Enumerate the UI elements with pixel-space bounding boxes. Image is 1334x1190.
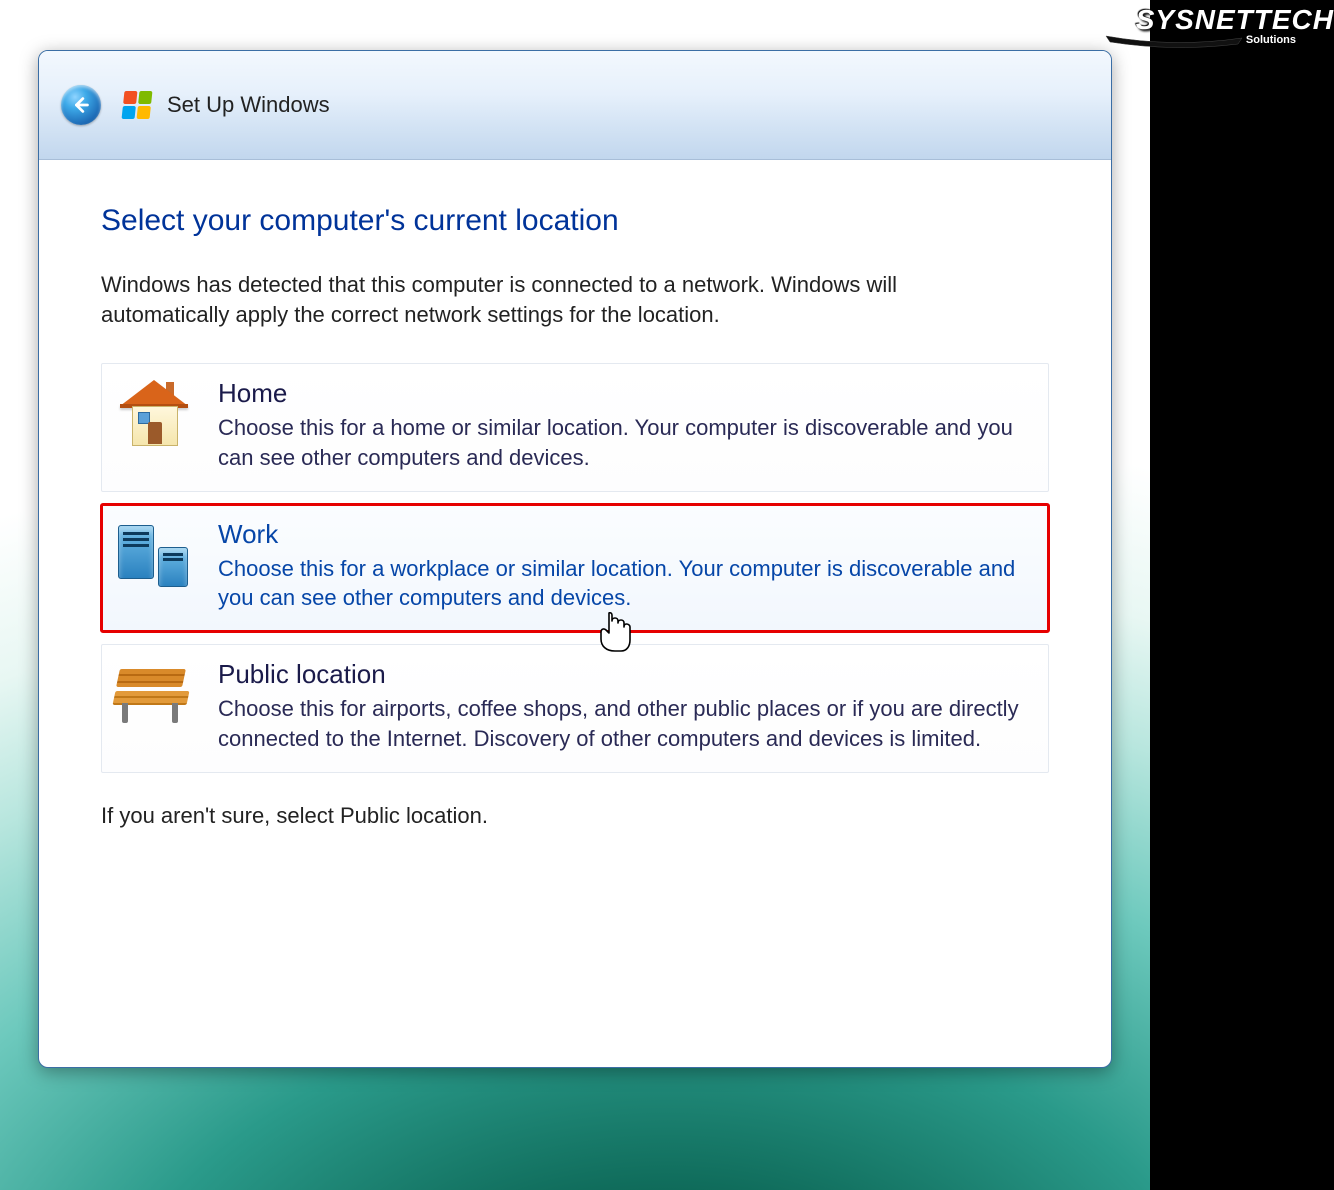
public-icon [114,659,194,735]
arrow-left-icon [70,94,92,116]
option-home[interactable]: Home Choose this for a home or similar l… [101,363,1049,491]
footer-note: If you aren't sure, select Public locati… [101,803,1049,829]
option-public-title: Public location [218,659,1032,690]
letterbox-right [1150,0,1334,1190]
work-icon [114,519,194,595]
option-work[interactable]: Work Choose this for a workplace or simi… [101,504,1049,632]
option-public[interactable]: Public location Choose this for airports… [101,644,1049,772]
windows-logo-icon [122,91,153,119]
content-area: Select your computer's current location … [39,160,1111,829]
option-public-desc: Choose this for airports, coffee shops, … [218,694,1032,753]
titlebar: Set Up Windows [39,51,1111,160]
window-title: Set Up Windows [167,92,330,118]
home-icon [114,378,194,454]
option-home-title: Home [218,378,1032,409]
option-work-title: Work [218,519,1032,550]
page-heading: Select your computer's current location [101,204,1049,238]
back-button[interactable] [61,85,101,125]
page-intro: Windows has detected that this computer … [101,270,1011,329]
option-work-desc: Choose this for a workplace or similar l… [218,554,1032,613]
option-home-desc: Choose this for a home or similar locati… [218,413,1032,472]
setup-window: Set Up Windows Select your computer's cu… [38,50,1112,1068]
